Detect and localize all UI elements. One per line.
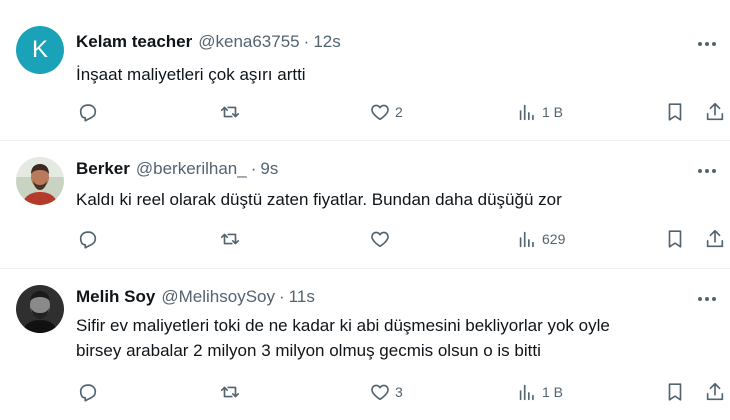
tweet-header: Berker @berkerilhan_ · 9s (76, 159, 278, 179)
bookmark-icon (668, 230, 682, 248)
retweet-icon (220, 106, 240, 118)
views-button[interactable]: 1 B (516, 381, 563, 403)
reply-button[interactable] (77, 381, 99, 403)
views-count: 1 B (542, 384, 564, 400)
bookmark-button[interactable] (664, 228, 686, 250)
tweet-time[interactable]: 11s (289, 287, 315, 307)
tweet-time[interactable]: 12s (313, 32, 340, 52)
share-button[interactable] (704, 101, 726, 123)
tweet-3[interactable]: Melih Soy @MelihsoySoy · 11s Sifir ev ma… (0, 269, 730, 420)
share-icon (706, 382, 724, 401)
tweet-text: İnşaat maliyetleri çok aşırı artti (76, 65, 306, 84)
views-button[interactable]: 629 (516, 228, 565, 250)
like-icon (371, 231, 389, 248)
tweet-text-line: Sifir ev maliyetleri toki de ne kadar ki… (76, 316, 610, 335)
avatar[interactable]: K (16, 26, 64, 74)
tweet-actions: 629 (0, 228, 730, 252)
views-icon (519, 104, 534, 121)
tweet-text: Sifir ev maliyetleri toki de ne kadar ki… (76, 313, 696, 363)
tweet-header: Kelam teacher @kena63755 · 12s (76, 32, 341, 52)
views-icon (519, 384, 534, 401)
views-icon (519, 231, 534, 248)
retweet-button[interactable] (219, 228, 241, 250)
tweet-actions: 3 1 B (0, 381, 730, 405)
reply-icon (79, 384, 97, 402)
reply-button[interactable] (77, 228, 99, 250)
reply-icon (79, 104, 97, 122)
bookmark-icon (668, 103, 682, 121)
avatar[interactable] (16, 157, 64, 205)
views-count: 629 (542, 231, 566, 247)
separator-dot: · (303, 32, 310, 51)
retweet-button[interactable] (219, 101, 241, 123)
tweet-actions: 2 1 B (0, 101, 730, 125)
views-button[interactable]: 1 B (516, 101, 563, 123)
retweet-button[interactable] (219, 381, 241, 403)
reply-button[interactable] (77, 101, 99, 123)
retweet-icon (220, 386, 240, 398)
avatar[interactable] (16, 285, 64, 333)
like-icon (371, 384, 389, 401)
separator-dot: · (250, 159, 257, 178)
share-button[interactable] (704, 381, 726, 403)
author-handle[interactable]: @MelihsoySoy (161, 287, 275, 307)
like-count: 2 (395, 104, 403, 120)
retweet-icon (220, 233, 240, 245)
tweet-header: Melih Soy @MelihsoySoy · 11s (76, 287, 315, 307)
share-icon (706, 229, 724, 248)
author-handle[interactable]: @berkerilhan_ (136, 159, 247, 179)
like-button[interactable] (369, 228, 395, 250)
share-button[interactable] (704, 228, 726, 250)
bookmark-button[interactable] (664, 381, 686, 403)
tweet-text: Kaldı ki reel olarak düştü zaten fiyatla… (76, 190, 562, 209)
bookmark-icon (668, 383, 682, 401)
views-count: 1 B (542, 104, 564, 120)
reply-icon (79, 231, 97, 249)
more-icon[interactable] (694, 289, 720, 309)
more-icon[interactable] (694, 161, 720, 181)
author-name[interactable]: Berker (76, 159, 130, 179)
tweet-2[interactable]: Berker @berkerilhan_ · 9s Kaldı ki reel … (0, 141, 730, 268)
share-icon (706, 102, 724, 121)
separator-dot: · (279, 287, 285, 306)
like-count: 3 (395, 384, 403, 400)
tweet-time[interactable]: 9s (260, 159, 278, 179)
like-button[interactable]: 2 (369, 101, 403, 123)
more-icon[interactable] (694, 34, 720, 54)
like-button[interactable]: 3 (369, 381, 403, 403)
bookmark-button[interactable] (664, 101, 686, 123)
author-name[interactable]: Melih Soy (76, 287, 155, 307)
avatar-letter: K (31, 36, 48, 63)
tweet-1[interactable]: K Kelam teacher @kena63755 · 12s İnşaat … (0, 0, 730, 140)
tweet-text-line: birsey arabalar 2 milyon 3 milyon olmuş … (76, 341, 541, 360)
like-icon (371, 104, 389, 121)
author-handle[interactable]: @kena63755 (198, 32, 299, 52)
author-name[interactable]: Kelam teacher (76, 32, 192, 52)
